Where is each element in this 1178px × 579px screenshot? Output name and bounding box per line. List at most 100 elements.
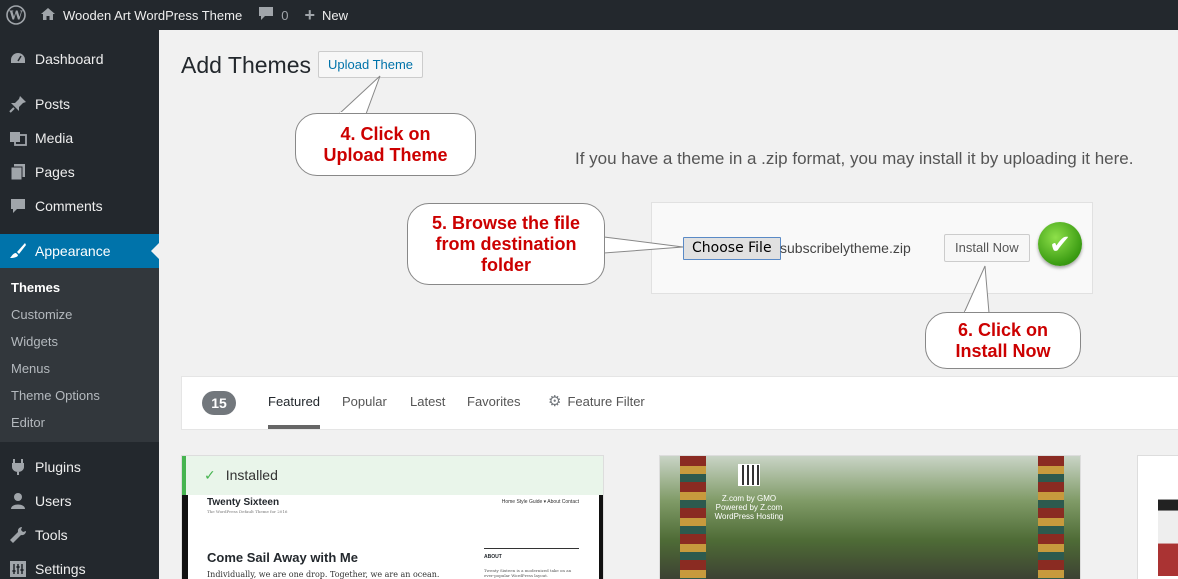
- theme-card-twenty-sixteen[interactable]: ✓ Installed Twenty Sixteen The WordPress …: [181, 455, 604, 579]
- callout-line: from destination: [435, 233, 577, 254]
- menu-comments[interactable]: Comments: [0, 189, 159, 223]
- dashboard-icon: [8, 49, 28, 69]
- theme-nav: Home Style Guide ▾ About Contact: [501, 499, 579, 505]
- installed-notice: ✓ Installed: [182, 456, 603, 495]
- theme-site-title: Twenty Sixteen: [207, 497, 280, 508]
- theme-filter-bar: 15 Featured Popular Latest Favorites ⚙ Fe…: [181, 376, 1178, 430]
- tab-featured[interactable]: Featured: [268, 377, 321, 429]
- menu-appearance[interactable]: Appearance: [0, 234, 159, 268]
- settings-icon: [8, 559, 28, 579]
- media-icon: [8, 128, 28, 148]
- new-content-link[interactable]: + New: [296, 0, 356, 30]
- menu-dashboard[interactable]: Dashboard: [0, 42, 159, 76]
- menu-users[interactable]: Users: [0, 484, 159, 518]
- theme-card-zcom[interactable]: Z.com by GMO Powered by Z.com WordPress …: [659, 455, 1081, 579]
- callout-line: Upload Theme: [323, 144, 448, 165]
- comment-bubble-icon: [258, 6, 274, 24]
- gear-icon: ⚙: [548, 393, 562, 410]
- page-title: Add Themes: [181, 52, 311, 78]
- comments-count: 0: [281, 7, 289, 23]
- install-now-button[interactable]: Install Now: [944, 234, 1030, 262]
- menu-tools[interactable]: Tools: [0, 518, 159, 552]
- menu-label: Users: [35, 493, 72, 509]
- menu-settings[interactable]: Settings: [0, 552, 159, 579]
- user-icon: [8, 491, 28, 511]
- decorative-frame: [680, 456, 706, 579]
- appearance-submenu: Themes Customize Widgets Menus Theme Opt…: [0, 268, 159, 442]
- caption-line: WordPress Hosting: [714, 512, 784, 521]
- caption-line: Powered by Z.com: [715, 503, 783, 512]
- menu-label: Posts: [35, 96, 71, 112]
- theme-screenshot-garden: Z.com by GMO Powered by Z.com WordPress …: [660, 456, 1080, 579]
- menu-label: Dashboard: [35, 51, 104, 67]
- menu-label: Appearance: [35, 243, 111, 259]
- callout-line: Install Now: [955, 340, 1051, 361]
- decorative-frame: [1038, 456, 1064, 579]
- menu-label: Pages: [35, 164, 75, 180]
- menu-label: Plugins: [35, 459, 81, 475]
- submenu-menus[interactable]: Menus: [0, 355, 159, 382]
- theme-headline: Come Sail Away with Me: [207, 550, 358, 565]
- brush-icon: [8, 241, 28, 261]
- callout-line: 4. Click on: [340, 123, 431, 144]
- svg-text:W: W: [8, 9, 23, 23]
- screenshot-content: Twenty Sixteen The WordPress Default The…: [188, 495, 599, 579]
- pages-icon: [8, 162, 28, 182]
- upload-theme-button[interactable]: Upload Theme: [318, 51, 424, 78]
- caption-line: Z.com by GMO: [721, 494, 777, 503]
- menu-pages[interactable]: Pages: [0, 155, 159, 189]
- theme-tagline: The WordPress Default Theme for 2016: [207, 509, 288, 514]
- submenu-theme-options[interactable]: Theme Options: [0, 382, 159, 409]
- site-name-link[interactable]: Wooden Art WordPress Theme: [32, 0, 250, 30]
- callout-line: 5. Browse the file: [431, 212, 581, 233]
- feature-filter-label: Feature Filter: [567, 394, 645, 409]
- menu-plugins[interactable]: Plugins: [0, 450, 159, 484]
- theme-about-text: Twenty Sixteen is a modernized take on a…: [484, 568, 572, 578]
- admin-bar: W Wooden Art WordPress Theme 0 + New: [0, 0, 1178, 30]
- pin-icon: [8, 94, 28, 114]
- submenu-customize[interactable]: Customize: [0, 301, 159, 328]
- callout-install-now: 6. Click on Install Now: [925, 312, 1081, 369]
- zcom-caption: Z.com by GMO Powered by Z.com WordPress …: [704, 494, 794, 521]
- submenu-themes[interactable]: Themes: [0, 274, 159, 301]
- qr-code-icon: [738, 464, 760, 486]
- main-content: Add Themes Upload Theme If you have a th…: [159, 30, 1178, 579]
- feature-filter-button[interactable]: ⚙ Feature Filter: [548, 377, 645, 429]
- comments-link[interactable]: 0: [250, 0, 296, 30]
- theme-screenshot: Twenty Sixteen The WordPress Default The…: [182, 495, 603, 579]
- theme-count-badge: 15: [202, 391, 236, 415]
- installed-label: Installed: [225, 467, 278, 483]
- home-icon: [40, 7, 56, 24]
- check-icon: ✓: [204, 467, 216, 483]
- menu-label: Settings: [35, 561, 86, 577]
- theme-screenshot-partial: [1158, 466, 1178, 576]
- new-label: New: [321, 7, 348, 23]
- tab-favorites[interactable]: Favorites: [467, 377, 520, 429]
- callout-line: folder: [480, 254, 531, 275]
- submenu-widgets[interactable]: Widgets: [0, 328, 159, 355]
- checkmark-icon: ✔: [1038, 222, 1082, 266]
- tab-popular[interactable]: Popular: [342, 377, 387, 429]
- choose-file-button[interactable]: Choose File: [683, 237, 781, 260]
- site-name: Wooden Art WordPress Theme: [63, 7, 243, 23]
- tab-latest[interactable]: Latest: [410, 377, 445, 429]
- menu-label: Media: [35, 130, 74, 146]
- upload-instructions: If you have a theme in a .zip format, yo…: [575, 149, 1134, 168]
- menu-label: Tools: [35, 527, 68, 543]
- comment-icon: [8, 196, 28, 216]
- plug-icon: [8, 457, 28, 477]
- callout-upload-theme: 4. Click on Upload Theme: [295, 113, 476, 176]
- theme-body-text: Individually, we are one drop. Together,…: [207, 570, 440, 579]
- wordpress-logo-icon[interactable]: W: [0, 0, 32, 30]
- menu-posts[interactable]: Posts: [0, 87, 159, 121]
- menu-media[interactable]: Media: [0, 121, 159, 155]
- callout-browse-file: 5. Browse the file from destination fold…: [407, 203, 605, 285]
- theme-about-heading: ABOUT: [484, 548, 579, 560]
- admin-sidebar: Dashboard Posts Media Pages Comments App…: [0, 30, 159, 579]
- selected-filename: subscribelytheme.zip: [780, 240, 911, 256]
- theme-card-partial[interactable]: [1137, 455, 1178, 579]
- callout-line: 6. Click on: [957, 319, 1048, 340]
- upload-form: Choose File subscribelytheme.zip Install…: [651, 202, 1093, 294]
- menu-label: Comments: [35, 198, 103, 214]
- submenu-editor[interactable]: Editor: [0, 409, 159, 436]
